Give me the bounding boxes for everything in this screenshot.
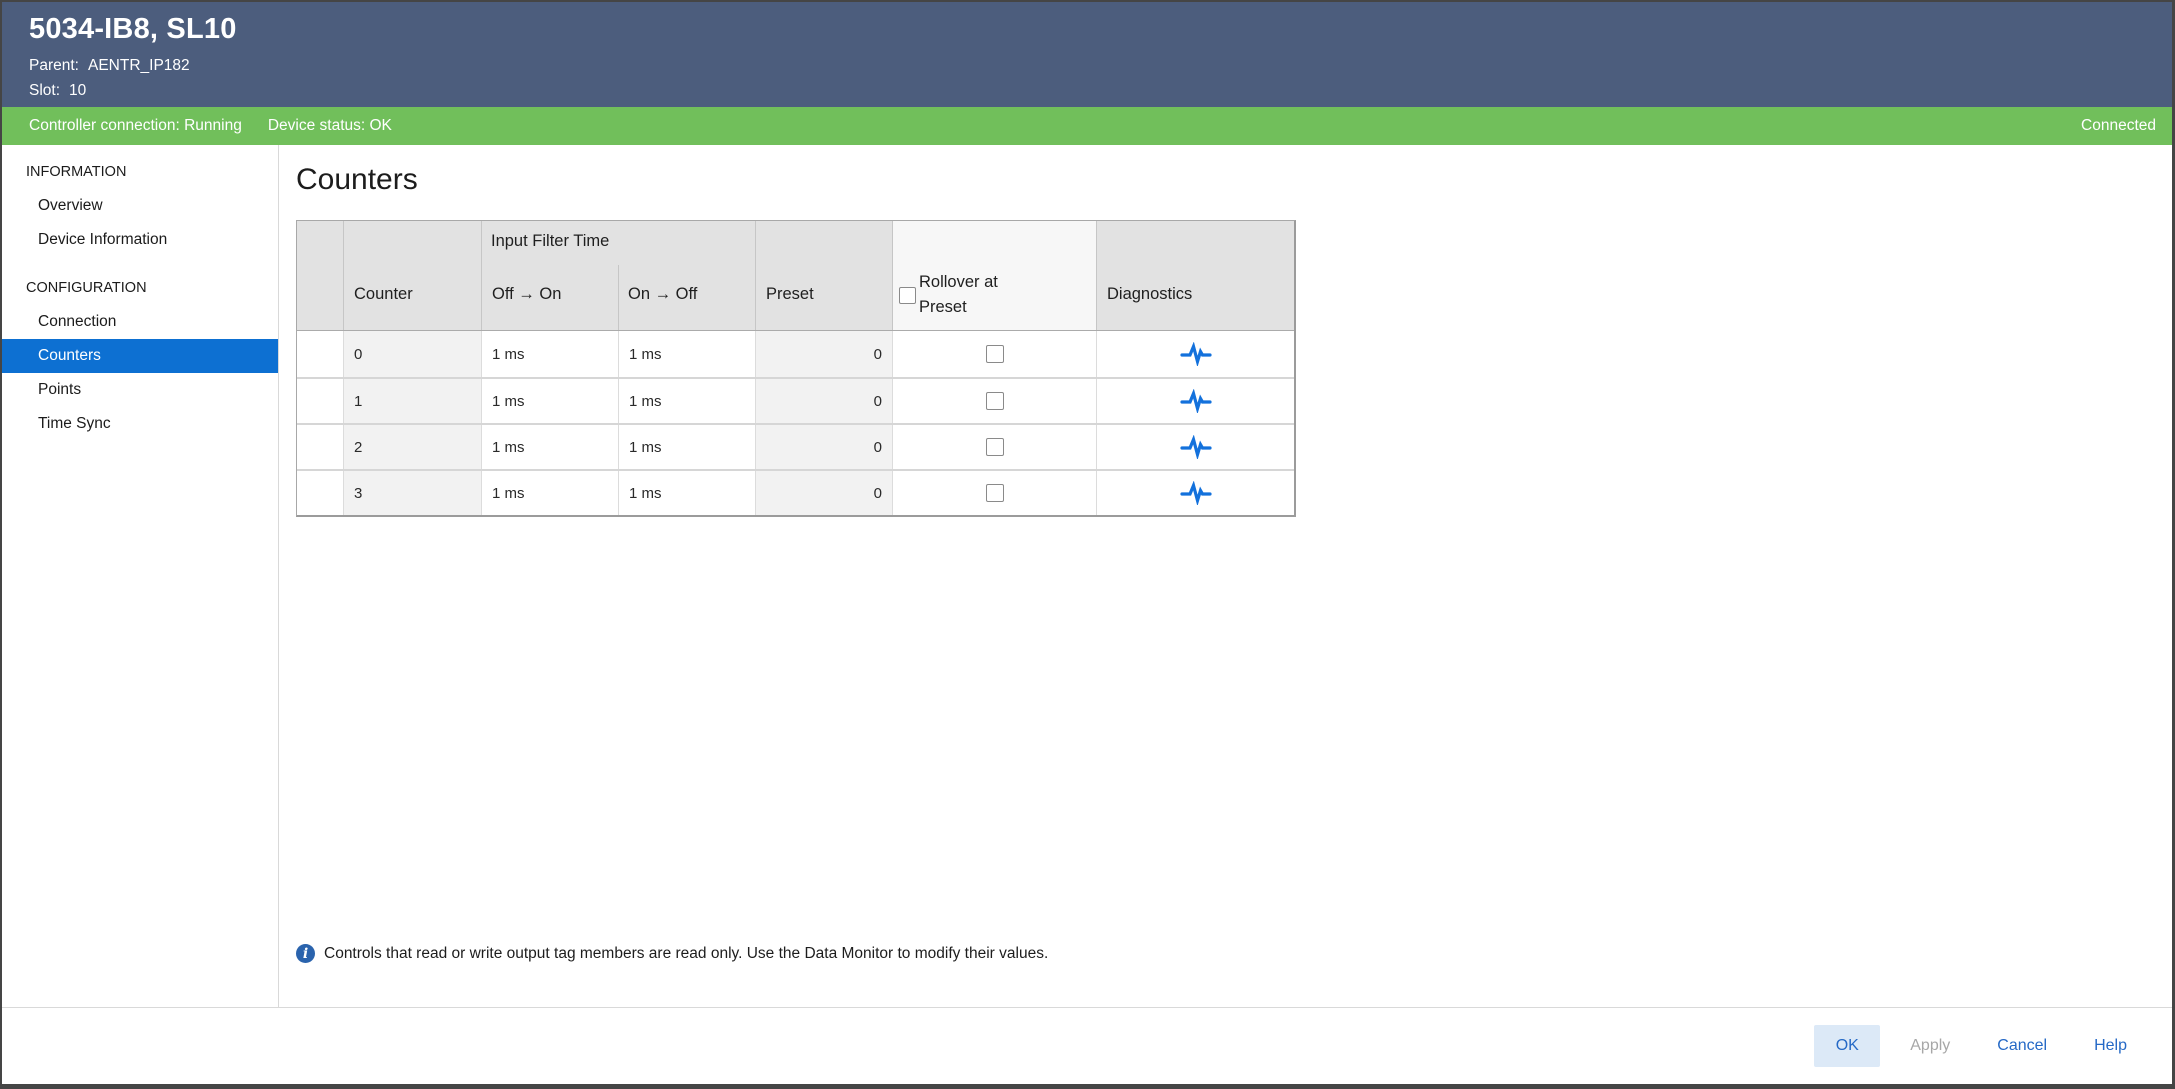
help-button[interactable]: Help xyxy=(2077,1025,2144,1067)
row-selector-header-cell xyxy=(297,221,343,330)
on-off-filter-cell[interactable]: 1 ms xyxy=(618,471,755,515)
titlebar: 5034-IB8, SL10 Parent: AENTR_IP182 Slot: 1… xyxy=(2,2,2172,107)
ok-button[interactable]: OK xyxy=(1814,1025,1880,1067)
slot-value: 10 xyxy=(69,82,86,99)
rollover-cell xyxy=(892,331,1096,377)
counter-column-header: Counter xyxy=(343,221,481,330)
on-off-filter-cell[interactable]: 1 ms xyxy=(618,425,755,469)
counter-cell: 2 xyxy=(343,425,481,469)
table-header: Counter Off → On On → Off Preset Rollove… xyxy=(297,221,1294,331)
rollover-all-checkbox[interactable] xyxy=(899,287,916,304)
sidebar-item-overview[interactable]: Overview xyxy=(2,189,278,223)
diagnostics-icon[interactable] xyxy=(1180,389,1212,413)
off-on-filter-cell[interactable]: 1 ms xyxy=(481,331,618,377)
off-on-filter-cell[interactable]: 1 ms xyxy=(481,379,618,423)
sidebar-item-device-information[interactable]: Device Information xyxy=(2,223,278,257)
diagnostics-cell xyxy=(1096,331,1294,377)
sidebar-section-configuration: CONFIGURATION Connection Counters Points… xyxy=(2,271,278,441)
sidebar-section-information: INFORMATION Overview Device Information xyxy=(2,155,278,257)
sidebar-item-connection[interactable]: Connection xyxy=(2,305,278,339)
footer-bar: OK Apply Cancel Help xyxy=(2,1007,2172,1084)
preset-cell: 0 xyxy=(755,471,892,515)
section-label-information: INFORMATION xyxy=(2,155,278,189)
parent-label: Parent: xyxy=(29,57,79,74)
main-area: INFORMATION Overview Device Information … xyxy=(2,145,2172,1007)
row-selector-cell[interactable] xyxy=(297,425,343,469)
on-off-filter-cell[interactable]: 1 ms xyxy=(618,379,755,423)
row-selector-cell[interactable] xyxy=(297,471,343,515)
table-row: 3 1 ms 1 ms 0 xyxy=(297,469,1294,515)
note-text: Controls that read or write output tag m… xyxy=(324,945,1048,963)
row-selector-cell[interactable] xyxy=(297,331,343,377)
preset-cell: 0 xyxy=(755,331,892,377)
rollover-header-line2: Preset xyxy=(919,298,967,316)
rollover-header-line1: Rollover at xyxy=(919,273,998,291)
on-off-filter-cell[interactable]: 1 ms xyxy=(618,331,755,377)
content-panel: Counters Counter Off → On On → Off Prese… xyxy=(279,145,2172,1007)
parent-line: Parent: AENTR_IP182 xyxy=(29,53,2172,78)
sidebar-item-time-sync[interactable]: Time Sync xyxy=(2,407,278,441)
section-label-configuration: CONFIGURATION xyxy=(2,271,278,305)
rollover-cell xyxy=(892,379,1096,423)
rollover-cell xyxy=(892,425,1096,469)
module-properties-window: 5034-IB8, SL10 Parent: AENTR_IP182 Slot: 1… xyxy=(0,0,2175,1089)
preset-cell: 0 xyxy=(755,425,892,469)
diagnostics-icon[interactable] xyxy=(1180,481,1212,505)
status-bar-left: Controller connection: Running Device st… xyxy=(29,117,392,135)
connection-state-badge: Connected xyxy=(2081,117,2156,135)
device-status: Device status: OK xyxy=(268,117,392,135)
read-only-note: i Controls that read or write output tag… xyxy=(296,944,1048,963)
diagnostics-cell xyxy=(1096,379,1294,423)
slot-label: Slot: xyxy=(29,82,60,99)
diagnostics-cell xyxy=(1096,425,1294,469)
rollover-checkbox[interactable] xyxy=(986,484,1004,502)
rollover-column-header: Rollover at Preset xyxy=(892,221,1096,330)
rollover-checkbox[interactable] xyxy=(986,392,1004,410)
row-selector-cell[interactable] xyxy=(297,379,343,423)
table-row: 2 1 ms 1 ms 0 xyxy=(297,423,1294,469)
preset-cell: 0 xyxy=(755,379,892,423)
status-bar: Controller connection: Running Device st… xyxy=(2,107,2172,145)
window-title: 5034-IB8, SL10 xyxy=(29,13,2172,46)
controller-connection-status: Controller connection: Running xyxy=(29,117,242,135)
input-filter-time-group-header: Input Filter Time xyxy=(491,232,609,251)
rollover-header-inner: Rollover at Preset xyxy=(899,270,998,320)
slot-line: Slot: 10 xyxy=(29,78,2172,103)
off-on-filter-cell[interactable]: 1 ms xyxy=(481,471,618,515)
table-row: 1 1 ms 1 ms 0 xyxy=(297,377,1294,423)
off-on-filter-cell[interactable]: 1 ms xyxy=(481,425,618,469)
diagnostics-icon[interactable] xyxy=(1180,435,1212,459)
cancel-button[interactable]: Cancel xyxy=(1980,1025,2064,1067)
preset-column-header: Preset xyxy=(755,221,892,330)
diagnostics-column-header: Diagnostics xyxy=(1096,221,1294,330)
info-icon: i xyxy=(296,944,315,963)
rollover-checkbox[interactable] xyxy=(986,345,1004,363)
diagnostics-cell xyxy=(1096,471,1294,515)
rollover-header-label: Rollover at Preset xyxy=(919,270,998,320)
sidebar-item-counters[interactable]: Counters xyxy=(2,339,278,373)
sidebar-item-points[interactable]: Points xyxy=(2,373,278,407)
page-title: Counters xyxy=(296,163,2172,197)
table-row: 0 1 ms 1 ms 0 xyxy=(297,331,1294,377)
parent-value: AENTR_IP182 xyxy=(88,57,190,74)
counter-cell: 1 xyxy=(343,379,481,423)
sidebar: INFORMATION Overview Device Information … xyxy=(2,145,279,1007)
counters-table: Counter Off → On On → Off Preset Rollove… xyxy=(296,220,1296,517)
counter-cell: 0 xyxy=(343,331,481,377)
apply-button[interactable]: Apply xyxy=(1893,1025,1967,1067)
rollover-cell xyxy=(892,471,1096,515)
counter-cell: 3 xyxy=(343,471,481,515)
diagnostics-icon[interactable] xyxy=(1180,342,1212,366)
on-off-column-header: On → Off xyxy=(618,221,755,330)
rollover-checkbox[interactable] xyxy=(986,438,1004,456)
